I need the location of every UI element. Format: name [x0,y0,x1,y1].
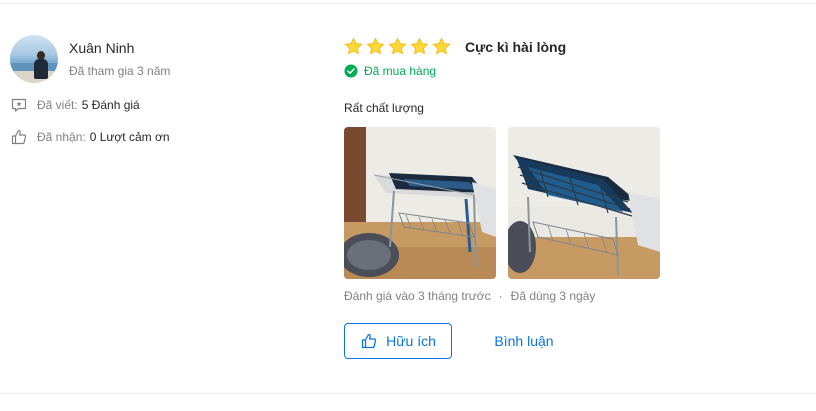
check-circle-icon [344,64,358,78]
helpful-button[interactable]: Hữu ích [344,323,452,359]
thumbs-up-icon [10,128,28,146]
review-photo[interactable] [344,127,496,279]
star-icon [432,37,451,56]
star-icon [366,37,385,56]
stat-value: 5 Đánh giá [81,98,140,112]
reviewer-name: Xuân Ninh [69,40,135,56]
stat-label: Đã nhận: [37,130,86,144]
review-icon [10,96,28,114]
rating-stars [344,37,451,56]
star-icon [388,37,407,56]
review-content: Rất chất lượng [344,101,424,115]
stat-value: 0 Lượt cảm ơn [89,130,170,144]
reviewer-stat-reviews: Đã viết: 5 Đánh giá [10,96,140,114]
avatar [10,35,58,83]
top-divider [0,3,816,4]
review-meta: Đánh giá vào 3 tháng trước · Đã dùng 3 n… [344,289,595,303]
thumbs-up-icon [360,332,378,350]
helpful-label: Hữu ích [386,333,436,349]
reviewer-stat-thanks: Đã nhận: 0 Lượt cảm ơn [10,128,170,146]
comment-button[interactable]: Bình luận [484,323,564,359]
rating-title: Cực kì hài lòng [465,39,567,55]
stat-label: Đã viết: [37,98,78,112]
bottom-divider [0,393,816,394]
star-icon [344,37,363,56]
purchased-badge: Đã mua hàng [344,64,436,78]
usage-time: Đã dùng 3 ngày [510,289,596,303]
star-icon [410,37,429,56]
review-photo[interactable] [508,127,660,279]
reviewer-joined: Đã tham gia 3 năm [69,64,171,78]
purchased-label: Đã mua hàng [364,64,437,78]
review-time: Đánh giá vào 3 tháng trước [344,289,491,303]
meta-separator: · [498,289,503,303]
